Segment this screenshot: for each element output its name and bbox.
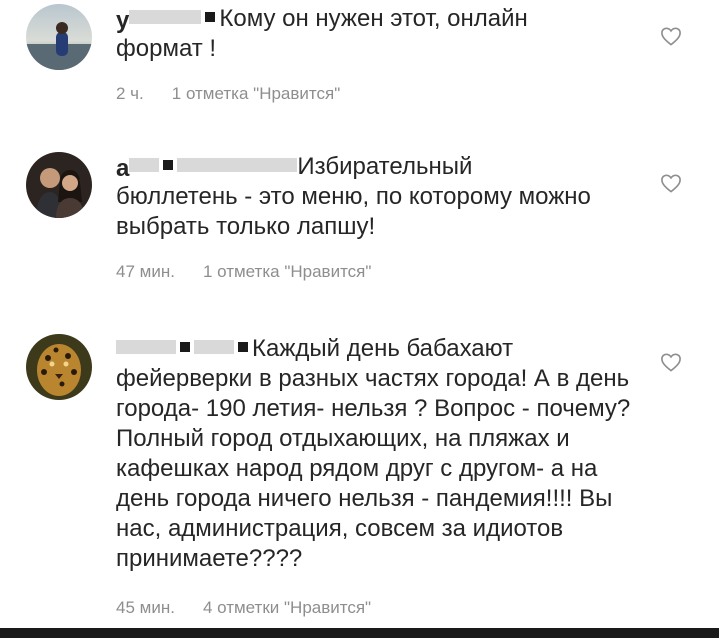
comment-likes-count[interactable]: 1 отметка "Нравится" (172, 84, 340, 103)
comment-username[interactable]: у (116, 6, 129, 34)
comment-meta: 45 мин. 4 отметки "Нравится" (116, 598, 371, 618)
bottom-edge (0, 628, 719, 638)
heart-outline-icon[interactable] (660, 173, 682, 193)
comment-username[interactable]: а (116, 154, 129, 182)
heart-outline-icon[interactable] (660, 352, 682, 372)
comment-meta: 47 мин. 1 отметка "Нравится" (116, 262, 371, 282)
comment-likes-count[interactable]: 4 отметки "Нравится" (203, 598, 371, 617)
avatar[interactable] (26, 152, 92, 218)
comment-text-rest: фейерверки в разных частях города! А в д… (116, 365, 631, 572)
comment-text-first: Избирательный (297, 153, 473, 180)
comment-text-first: Кому он нужен этот, онлайн (219, 5, 528, 32)
comment-text-rest: бюллетень - это меню, по которому можно … (116, 183, 591, 240)
comment-meta: 2 ч. 1 отметка "Нравится" (116, 84, 340, 104)
username-redaction-mark (238, 342, 248, 352)
avatar[interactable] (26, 4, 92, 70)
username-redaction (177, 158, 298, 172)
avatar[interactable] (26, 334, 92, 400)
username-redaction-mark (180, 342, 190, 352)
comment-likes-count[interactable]: 1 отметка "Нравится" (203, 262, 371, 281)
comment-text-rest: формат ! (116, 35, 217, 62)
comment-time: 45 мин. (116, 598, 175, 617)
comment-text-first: Каждый день бабахают (252, 335, 514, 362)
username-redaction-mark (163, 160, 174, 170)
comment-text: Каждый день бабахают фейерверки в разных… (116, 334, 646, 574)
username-redaction (129, 10, 202, 24)
comment-text: а Избирательный бюллетень - это меню, по … (116, 152, 646, 242)
username-redaction (116, 340, 176, 354)
comment-time: 2 ч. (116, 84, 144, 103)
username-redaction (194, 340, 234, 354)
comment-text: у Кому он нужен этот, онлайн формат ! (116, 4, 646, 64)
comment-time: 47 мин. (116, 262, 175, 281)
heart-outline-icon[interactable] (660, 26, 682, 46)
username-redaction (129, 158, 160, 172)
username-redaction-mark (205, 12, 216, 22)
